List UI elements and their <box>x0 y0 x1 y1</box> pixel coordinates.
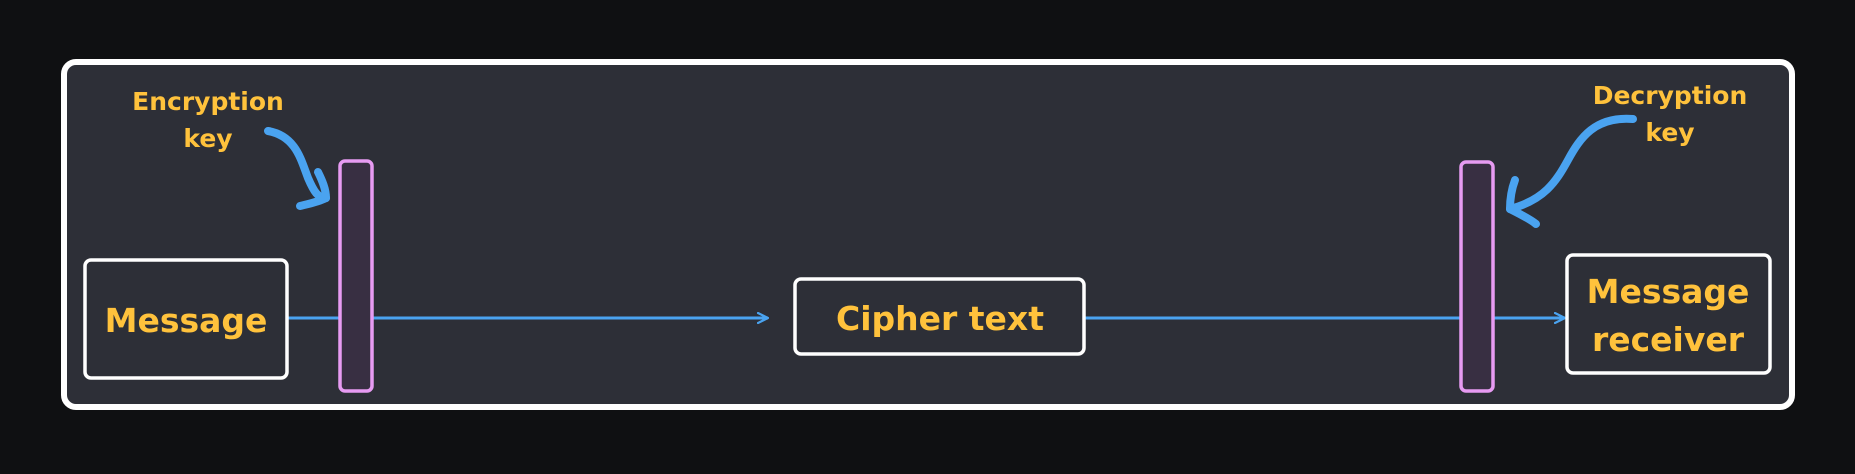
cipher-text-label: Cipher text <box>836 299 1044 338</box>
decryption-key-annotation-line1: Decryption <box>1593 81 1748 110</box>
encryption-diagram: Message Cipher text Message receiver Enc… <box>61 59 1795 410</box>
decryption-key-bar <box>1459 160 1495 393</box>
encryption-key-annotation-line2: key <box>183 124 232 153</box>
message-label: Message <box>105 301 268 340</box>
decryption-key-annotation-line2: key <box>1645 118 1694 147</box>
encryption-key-annotation-line1: Encryption <box>132 87 284 116</box>
encryption-key-bar <box>338 159 374 393</box>
message-receiver-label-line2: receiver <box>1592 320 1745 359</box>
message-receiver-label-line1: Message <box>1587 272 1750 311</box>
